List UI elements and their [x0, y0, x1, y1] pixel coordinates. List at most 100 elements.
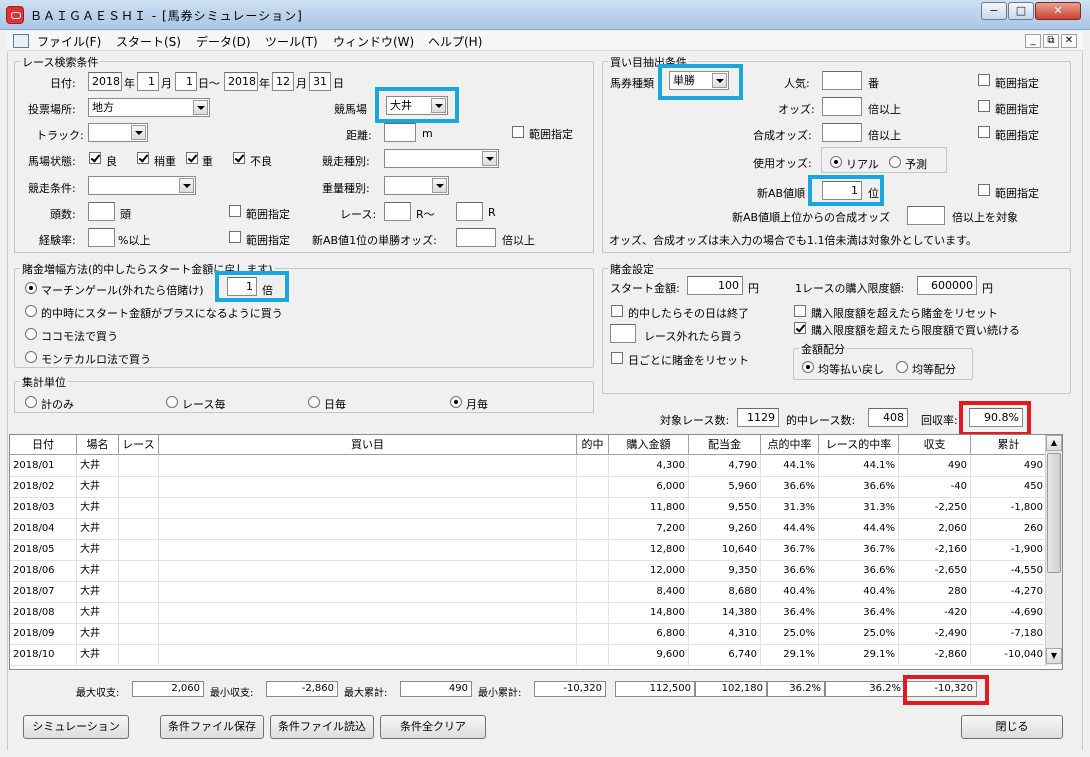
popularity-unit: 番 [868, 77, 879, 90]
results-table[interactable]: 日付 場名 レース 買い目 的中 購入金額 配当金 点的中率 レース的中率 収支… [9, 434, 1063, 670]
clear-conditions-button[interactable]: 条件全クリア [380, 715, 486, 739]
reset-day-checkbox[interactable] [611, 352, 623, 364]
table-cell: 2018/05 [10, 540, 77, 561]
col-cumulative-header[interactable]: 累計 [971, 435, 1047, 455]
from-month-field[interactable]: 1 [137, 72, 159, 91]
distance-field[interactable] [384, 123, 416, 142]
venue-type-select[interactable]: 地方 [88, 98, 210, 117]
document-icon[interactable] [13, 34, 29, 48]
table-cell: 450 [971, 477, 1047, 498]
from-year-field[interactable]: 2018 [88, 72, 122, 91]
newab-rank-range-checkbox[interactable] [978, 184, 990, 196]
vertical-scrollbar[interactable]: ▲ ▼ [1045, 435, 1062, 665]
odds-range-checkbox[interactable] [978, 100, 990, 112]
col-bets-header[interactable]: 買い目 [159, 435, 577, 455]
col-purchase-header[interactable]: 購入金額 [609, 435, 689, 455]
aggregate-radio-2[interactable] [308, 396, 320, 408]
menu-help[interactable]: ヘルプ(H) [428, 33, 482, 50]
table-cell: 31.3% [761, 498, 819, 519]
miss-count-field[interactable] [610, 324, 636, 343]
table-cell: 31.3% [819, 498, 899, 519]
surface-select[interactable] [88, 123, 148, 142]
plus-on-hit-radio[interactable] [25, 305, 37, 317]
col-payout-header[interactable]: 配当金 [689, 435, 761, 455]
col-race-header[interactable]: レース [119, 435, 159, 455]
race-to-field[interactable] [456, 202, 483, 221]
cond-bad-checkbox[interactable] [233, 152, 245, 164]
col-race-hit-header[interactable]: レース的中率 [819, 435, 899, 455]
aggregate-radio-3[interactable] [450, 396, 462, 408]
newab-odds-field[interactable] [456, 228, 496, 247]
alloc-equal-split-radio[interactable] [896, 361, 908, 373]
cond-good-checkbox[interactable] [89, 152, 101, 164]
from-day-field[interactable]: 1 [175, 72, 197, 91]
scroll-down-icon[interactable]: ▼ [1046, 648, 1062, 664]
to-month-field[interactable]: 12 [272, 72, 294, 91]
race-cond-select[interactable] [88, 176, 196, 195]
scroll-thumb[interactable] [1047, 453, 1061, 573]
exp-field[interactable] [88, 228, 115, 247]
aggregate-radio-1[interactable] [166, 396, 178, 408]
mdi-restore-button[interactable]: ⧉ [1043, 34, 1059, 48]
col-balance-header[interactable]: 収支 [899, 435, 971, 455]
menu-file[interactable]: ファイル(F) [37, 33, 101, 50]
month-unit: 月 [296, 77, 307, 90]
aggregate-label-3: 月毎 [466, 398, 488, 411]
close-window-button[interactable]: ✕ [1035, 2, 1081, 20]
popularity-field[interactable] [822, 71, 862, 90]
heads-range-checkbox[interactable] [229, 205, 241, 217]
cond-heavy-checkbox[interactable] [186, 152, 198, 164]
aggregate-radio-0[interactable] [25, 396, 37, 408]
popularity-range-checkbox[interactable] [978, 74, 990, 86]
start-amount-field[interactable]: 100 [687, 276, 743, 295]
scroll-up-icon[interactable]: ▲ [1046, 435, 1062, 451]
martingale-radio[interactable] [25, 282, 37, 294]
montecarlo-radio[interactable] [25, 351, 37, 363]
exp-range-checkbox[interactable] [229, 231, 241, 243]
col-hit-header[interactable]: 的中 [577, 435, 609, 455]
odds-forecast-radio[interactable] [889, 156, 901, 168]
limit-field[interactable]: 600000 [917, 276, 977, 295]
col-date-header[interactable]: 日付 [10, 435, 77, 455]
mdi-minimize-button[interactable]: _ [1025, 34, 1041, 48]
reset-limit-checkbox[interactable] [794, 305, 806, 317]
maximize-button[interactable]: □ [1008, 2, 1034, 20]
race-kind-select[interactable] [384, 149, 499, 168]
table-cell: -420 [899, 603, 971, 624]
heads-field[interactable] [88, 202, 115, 221]
menu-tools[interactable]: ツール(T) [265, 33, 318, 50]
odds-real-label: リアル [846, 158, 879, 171]
table-cell: 36.7% [819, 540, 899, 561]
keep-limit-checkbox[interactable] [794, 322, 806, 334]
stop-day-checkbox[interactable] [611, 305, 623, 317]
race-separator: R〜 [416, 208, 435, 221]
combined-odds-field[interactable] [822, 123, 862, 142]
menu-start[interactable]: スタート(S) [116, 33, 181, 50]
distance-range-checkbox[interactable] [512, 126, 524, 138]
col-point-hit-header[interactable]: 点的中率 [761, 435, 819, 455]
newab-top-field[interactable] [907, 206, 945, 225]
close-button[interactable]: 閉じる [961, 715, 1063, 739]
simulate-button[interactable]: シミュレーション [23, 715, 129, 739]
to-day-field[interactable]: 31 [309, 72, 331, 91]
save-conditions-button[interactable]: 条件ファイル保存 [160, 715, 264, 739]
to-year-field[interactable]: 2018 [224, 72, 258, 91]
table-cell: 大井 [77, 540, 119, 561]
odds-field[interactable] [822, 97, 862, 116]
chevron-down-icon [179, 178, 194, 193]
odds-real-radio[interactable] [830, 156, 842, 168]
col-venue-header[interactable]: 場名 [77, 435, 119, 455]
cocomo-radio[interactable] [25, 328, 37, 340]
maximize-icon: □ [1015, 4, 1027, 17]
menu-window[interactable]: ウィンドウ(W) [333, 33, 414, 50]
cond-slightly-heavy-checkbox[interactable] [137, 152, 149, 164]
mdi-close-button[interactable]: ✕ [1061, 34, 1077, 48]
load-conditions-button[interactable]: 条件ファイル読込 [270, 715, 374, 739]
menu-data[interactable]: データ(D) [196, 33, 251, 50]
weight-select[interactable] [384, 176, 449, 195]
combined-odds-range-checkbox[interactable] [978, 126, 990, 138]
minimize-button[interactable]: − [981, 2, 1007, 20]
highlight-total-balance [903, 675, 989, 705]
alloc-equal-payout-radio[interactable] [802, 361, 814, 373]
race-from-field[interactable] [384, 202, 411, 221]
